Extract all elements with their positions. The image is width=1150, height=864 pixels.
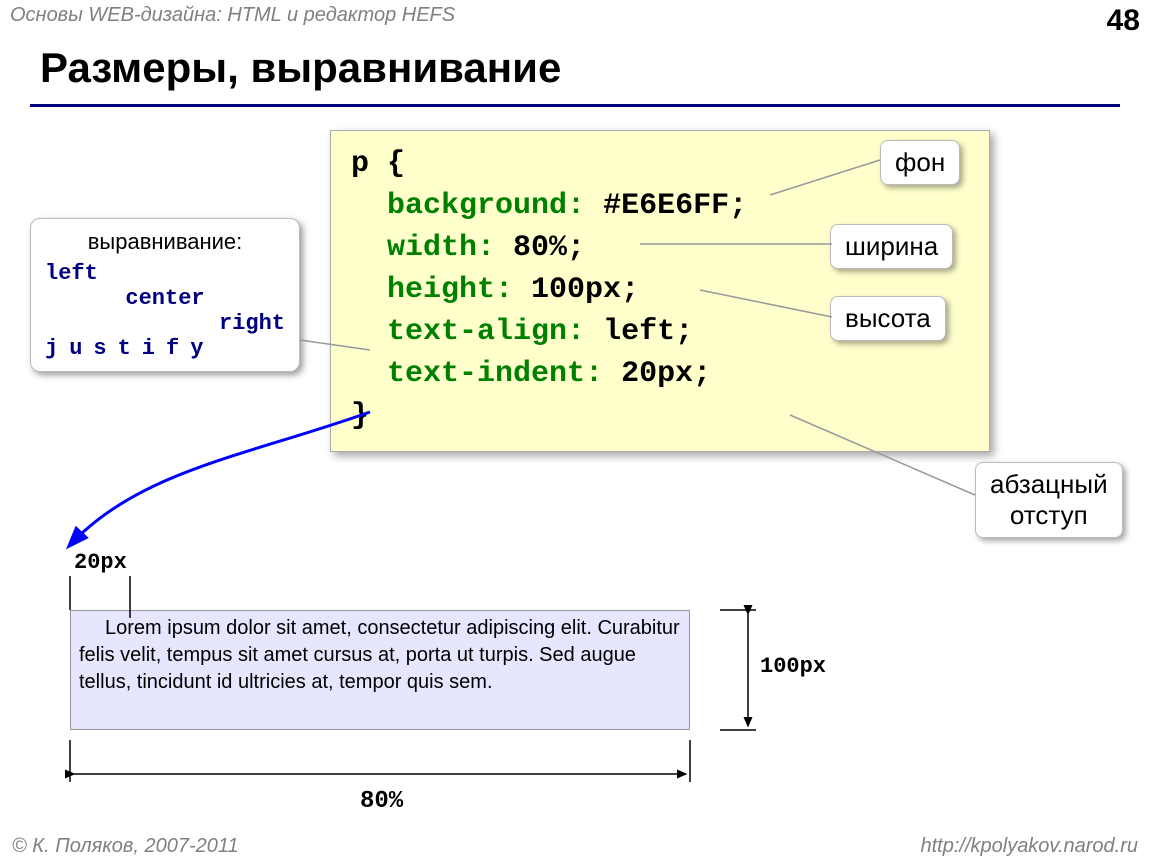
code-close: } xyxy=(351,399,369,433)
align-right: right xyxy=(45,311,285,336)
val-width: 80%; xyxy=(495,231,585,265)
prop-text-align: text-align: xyxy=(387,315,585,349)
header: Основы WEB-дизайна: HTML и редактор HEFS… xyxy=(10,4,1140,38)
prop-height: height: xyxy=(387,273,513,307)
code-selector: p { xyxy=(351,147,405,181)
align-justify: justify xyxy=(45,336,285,361)
slide-title: Размеры, выравнивание xyxy=(40,44,561,92)
copyright: © К. Поляков, 2007-2011 xyxy=(12,835,239,858)
copyright-text: К. Поляков, 2007-2011 xyxy=(27,835,239,857)
callout-indent-l2: отступ xyxy=(1010,500,1088,530)
val-text-indent: 20px; xyxy=(603,357,711,391)
align-center: center xyxy=(45,286,285,311)
callout-align: выравнивание: left center right justify xyxy=(30,218,300,372)
page-number: 48 xyxy=(1107,4,1140,38)
prop-background: background: xyxy=(387,189,585,223)
divider xyxy=(30,104,1120,107)
dimension-indent: 20px xyxy=(74,550,127,575)
val-text-align: left; xyxy=(585,315,693,349)
align-header: выравнивание: xyxy=(45,229,285,255)
callout-bg: фон xyxy=(880,140,960,185)
val-height: 100px; xyxy=(513,273,639,307)
sample-paragraph: Lorem ipsum dolor sit amet, consectetur … xyxy=(70,610,690,730)
callout-width: ширина xyxy=(830,224,953,269)
footer: © К. Поляков, 2007-2011 http://kpolyakov… xyxy=(12,835,1138,858)
callout-indent-l1: абзацный xyxy=(990,469,1108,499)
dimension-height: 100px xyxy=(760,654,826,679)
prop-text-indent: text-indent: xyxy=(387,357,603,391)
callout-indent: абзацный отступ xyxy=(975,462,1123,538)
footer-url: http://kpolyakov.narod.ru xyxy=(920,835,1138,858)
slide: Основы WEB-дизайна: HTML и редактор HEFS… xyxy=(0,0,1150,864)
doc-title: Основы WEB-дизайна: HTML и редактор HEFS xyxy=(10,4,455,27)
callout-height: высота xyxy=(830,296,946,341)
val-background: #E6E6FF; xyxy=(585,189,747,223)
align-left: left xyxy=(45,261,98,286)
prop-width: width: xyxy=(387,231,495,265)
dimension-width: 80% xyxy=(360,788,403,815)
